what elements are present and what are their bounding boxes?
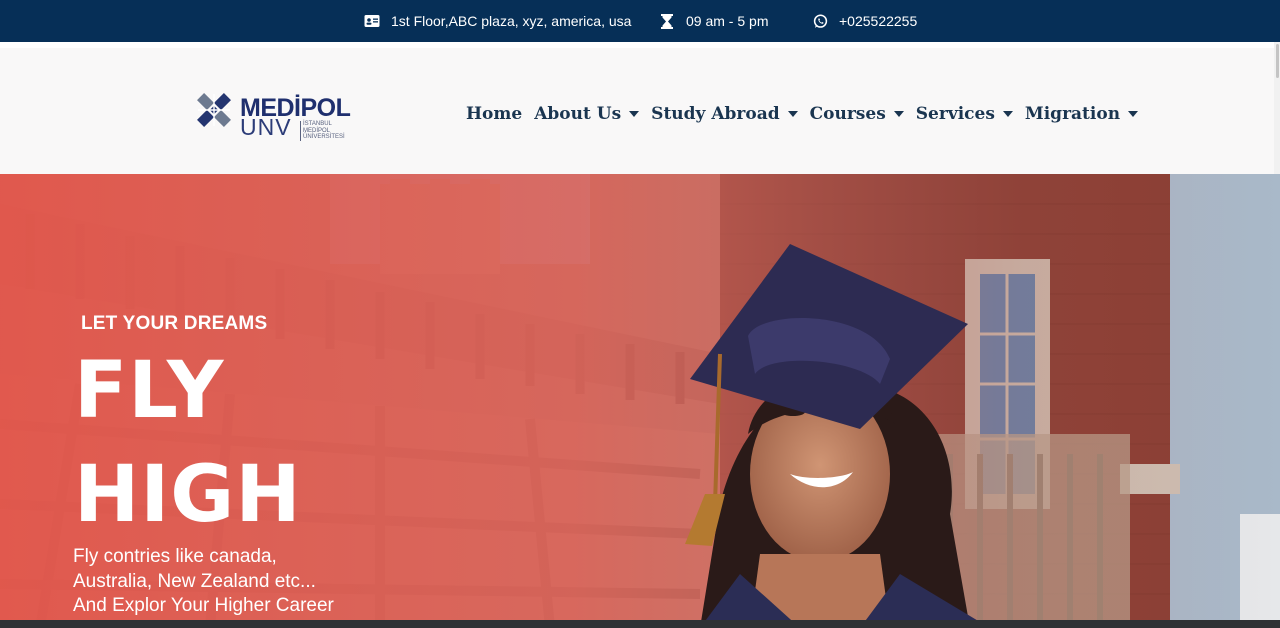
hero-eyebrow: LET YOUR DREAMS: [81, 313, 268, 334]
hours-text: 09 am - 5 pm: [686, 13, 769, 29]
address-info: 1st Floor,ABC plaza, xyz, america, usa: [364, 0, 631, 42]
caret-down-icon: [1002, 111, 1013, 117]
caret-down-icon: [893, 111, 904, 117]
phone-text: +025522255: [839, 13, 918, 29]
site-header: MEDİPOL UNV İSTANBUL MEDİPOL ÜNİVERSİTES…: [0, 42, 1280, 174]
address-text: 1st Floor,ABC plaza, xyz, america, usa: [391, 13, 632, 29]
brand-subname: UNV: [240, 114, 292, 140]
caret-down-icon: [629, 111, 640, 117]
nav-item-about-us[interactable]: About Us: [528, 94, 645, 134]
address-card-icon: [364, 13, 380, 29]
page-scrollbar-thumb[interactable]: [1276, 44, 1279, 78]
hours-info: 09 am - 5 pm: [659, 0, 768, 42]
nav-item-courses[interactable]: Courses: [804, 94, 910, 134]
main-nav: Home About Us Study Abroad Courses Servi…: [460, 94, 1144, 134]
phone-info[interactable]: +025522255: [812, 0, 917, 42]
whatsapp-icon: [812, 13, 828, 29]
top-info-bar: 1st Floor,ABC plaza, xyz, america, usa 0…: [0, 0, 1280, 42]
hero-description: Fly contries like canada, Australia, New…: [73, 546, 334, 616]
hourglass-icon: [659, 13, 675, 29]
caret-down-icon: [1128, 111, 1139, 117]
hero-headline-line-2: HIGH: [74, 450, 302, 540]
hero-banner: LET YOUR DREAMS FLY HIGH Fly contries li…: [0, 174, 1280, 628]
nav-item-services[interactable]: Services: [910, 94, 1019, 134]
hero-headline-line-1: FLY: [74, 346, 225, 436]
caret-down-icon: [787, 111, 798, 117]
nav-item-study-abroad[interactable]: Study Abroad: [645, 94, 803, 134]
nav-item-home[interactable]: Home: [460, 94, 528, 134]
medipol-logo-icon: [197, 93, 231, 127]
nav-item-migration[interactable]: Migration: [1019, 94, 1144, 134]
taskbar-strip: [0, 620, 1280, 628]
brand-logo[interactable]: MEDİPOL UNV İSTANBUL MEDİPOL ÜNİVERSİTES…: [194, 84, 354, 144]
brand-tagline: İSTANBUL MEDİPOL ÜNİVERSİTESİ: [300, 121, 350, 141]
